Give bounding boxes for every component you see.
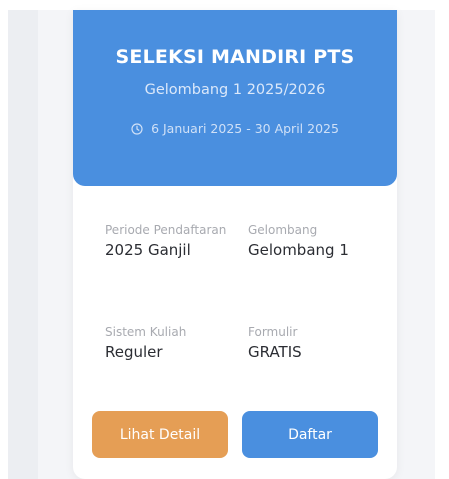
clock-icon — [131, 122, 143, 135]
card-header: SELEKSI MANDIRI PTS Gelombang 1 2025/202… — [73, 10, 397, 186]
gelombang-label: Gelombang — [248, 223, 318, 237]
periode-label: Periode Pendaftaran — [105, 223, 227, 237]
formulir-value: GRATIS — [248, 343, 302, 361]
info-formulir: Formulir GRATIS — [248, 324, 378, 362]
card-subtitle: Gelombang 1 2025/2026 — [144, 82, 326, 98]
card-title: SELEKSI MANDIRI PTS — [115, 46, 355, 68]
sistem-kuliah-label: Sistem Kuliah — [105, 325, 187, 339]
info-periode: Periode Pendaftaran 2025 Ganjil — [105, 222, 230, 260]
lihat-detail-button[interactable]: Lihat Detail — [92, 411, 228, 458]
periode-value: 2025 Ganjil — [105, 241, 191, 259]
date-range-text: 6 Januari 2025 - 30 April 2025 — [151, 121, 339, 136]
date-range: 6 Januari 2025 - 30 April 2025 — [73, 121, 397, 136]
formulir-label: Formulir — [248, 325, 298, 339]
admission-card: SELEKSI MANDIRI PTS Gelombang 1 2025/202… — [73, 10, 397, 479]
info-sistem-kuliah: Sistem Kuliah Reguler — [105, 324, 230, 362]
info-gelombang: Gelombang Gelombang 1 — [248, 222, 378, 260]
sistem-kuliah-value: Reguler — [105, 343, 163, 361]
page-left-strip — [8, 10, 38, 479]
gelombang-value: Gelombang 1 — [248, 241, 349, 259]
daftar-button[interactable]: Daftar — [242, 411, 378, 458]
